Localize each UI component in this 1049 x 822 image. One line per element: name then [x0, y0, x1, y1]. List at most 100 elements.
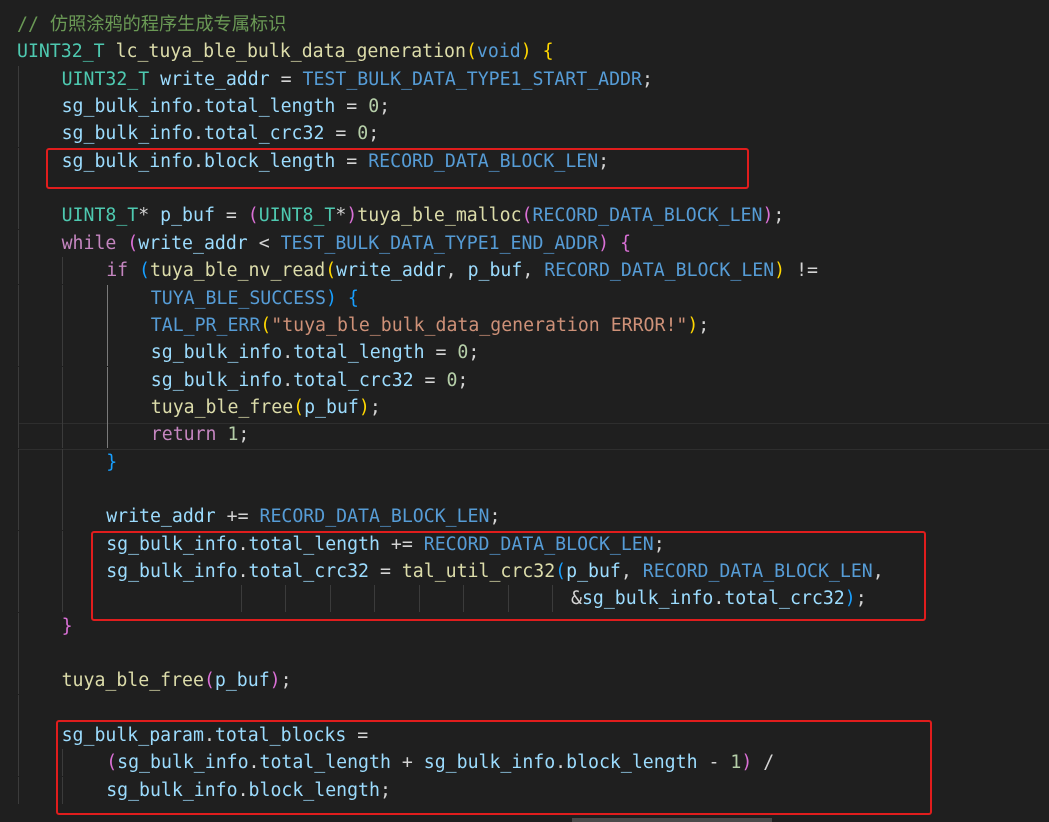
code-token: sg_bulk_info: [150, 342, 283, 364]
code-token: ): [358, 396, 370, 418]
code-token: .: [193, 96, 204, 118]
highlight-box-block-length: [46, 148, 749, 189]
code-line[interactable]: [0, 475, 1049, 503]
code-line[interactable]: UINT32_T lc_tuya_ble_bulk_data_generatio…: [0, 38, 1049, 65]
code-token: UINT8_T: [61, 205, 139, 227]
code-text: return 1;: [151, 421, 250, 448]
code-token: p_buf: [214, 670, 270, 692]
code-text: }: [62, 613, 73, 640]
code-token: p_buf: [467, 260, 523, 282]
code-line[interactable]: sg_bulk_info.total_crc32 = 0;: [0, 120, 1049, 148]
code-token: "tuya_ble_bulk_data_generation ERROR!": [271, 314, 688, 336]
indent-guide: [18, 284, 19, 312]
indent-guide: [18, 65, 19, 93]
code-token: ;: [368, 123, 380, 145]
horizontal-scrollbar[interactable]: [572, 818, 772, 822]
code-line[interactable]: return 1;: [0, 421, 1049, 449]
indent-guide: [62, 366, 63, 394]
code-line[interactable]: [0, 694, 1049, 722]
code-text: UINT32_T write_addr = TEST_BULK_DATA_TYP…: [62, 66, 653, 93]
code-token: if: [106, 260, 129, 282]
code-token: 1: [227, 424, 239, 446]
code-text: }: [106, 449, 117, 476]
code-token: *: [138, 205, 161, 227]
code-text: UINT8_T* p_buf = (UINT8_T*)tuya_ble_mall…: [62, 202, 785, 229]
indent-guide: [18, 421, 19, 449]
code-line[interactable]: while (write_addr < TEST_BULK_DATA_TYPE1…: [0, 229, 1049, 257]
indent-guide: [18, 503, 19, 531]
indent-guide: [18, 202, 19, 230]
code-token: !=: [785, 260, 829, 282]
indent-guide: [18, 667, 19, 695]
code-line[interactable]: sg_bulk_info.total_length = 0;: [0, 93, 1049, 121]
code-token: ;: [468, 342, 480, 364]
indent-guide: [18, 257, 19, 285]
indent-guide: [107, 421, 108, 449]
indent-guide: [62, 475, 63, 503]
code-token: {: [620, 232, 632, 254]
indent-guide: [107, 393, 108, 421]
code-line[interactable]: tuya_ble_free(p_buf);: [0, 667, 1049, 695]
indent-guide: [18, 366, 19, 394]
code-token: sg_bulk_info: [61, 123, 193, 145]
code-text: // 仿照涂鸦的程序生成专属标识: [17, 11, 286, 38]
code-token: (: [465, 41, 477, 63]
code-token: ): [269, 670, 281, 692]
code-text: TUYA_BLE_SUCCESS) {: [151, 285, 359, 312]
indent-guide: [62, 503, 63, 531]
indent-guide: [18, 147, 19, 175]
code-token: ;: [280, 670, 292, 692]
indent-guide: [18, 612, 19, 640]
code-token: (: [260, 314, 272, 336]
indent-guide: [18, 448, 19, 476]
code-token: ;: [379, 96, 391, 118]
code-line[interactable]: UINT32_T write_addr = TEST_BULK_DATA_TYP…: [0, 65, 1049, 93]
code-token: .: [193, 123, 204, 145]
code-line[interactable]: sg_bulk_info.total_length = 0;: [0, 339, 1049, 367]
code-token: total_length: [203, 96, 336, 118]
indent-guide: [62, 585, 63, 613]
code-token: }: [106, 451, 118, 473]
indent-guide: [18, 585, 19, 613]
code-editor[interactable]: // 仿照涂鸦的程序生成专属标识 UINT32_T lc_tuya_ble_bul…: [0, 0, 1049, 822]
code-line[interactable]: TUYA_BLE_SUCCESS) {: [0, 284, 1049, 312]
code-line[interactable]: }: [0, 448, 1049, 476]
code-token: write_addr: [106, 506, 216, 528]
code-token: total_crc32: [203, 123, 325, 145]
code-token: TUYA_BLE_SUCCESS: [150, 287, 326, 309]
code-token: {: [542, 41, 554, 63]
code-token: sg_bulk_info: [61, 96, 193, 118]
code-token: write_addr: [336, 260, 446, 282]
highlight-box-total-blocks: [56, 720, 932, 815]
code-token: void: [476, 41, 521, 63]
code-text: UINT32_T lc_tuya_ble_bulk_data_generatio…: [17, 38, 554, 65]
code-token: ,: [445, 260, 468, 282]
code-token: // 仿照涂鸦的程序生成专属标识: [17, 14, 287, 35]
code-line[interactable]: write_addr += RECORD_DATA_BLOCK_LEN;: [0, 503, 1049, 531]
code-token: UINT32_T: [17, 41, 105, 63]
indent-guide: [18, 475, 19, 503]
code-line[interactable]: tuya_ble_free(p_buf);: [0, 393, 1049, 421]
code-line[interactable]: TAL_PR_ERR("tuya_ble_bulk_data_generatio…: [0, 311, 1049, 339]
code-token: RECORD_DATA_BLOCK_LEN: [544, 260, 775, 282]
indent-guide: [18, 229, 19, 257]
code-line[interactable]: // 仿照涂鸦的程序生成专属标识: [0, 11, 1049, 38]
code-token: ): [346, 205, 358, 227]
code-token: ): [774, 260, 786, 282]
code-line[interactable]: UINT8_T* p_buf = (UINT8_T*)tuya_ble_mall…: [0, 202, 1049, 230]
code-line[interactable]: if (tuya_ble_nv_read(write_addr, p_buf, …: [0, 257, 1049, 285]
indent-guide: [62, 448, 63, 476]
code-token: 0: [457, 342, 469, 364]
code-token: =: [424, 342, 458, 364]
code-text: sg_bulk_info.total_crc32 = 0;: [151, 367, 469, 394]
indent-guide: [107, 311, 108, 339]
code-token: }: [61, 615, 73, 637]
code-token: =: [324, 123, 358, 145]
code-token: ): [687, 314, 699, 336]
code-line[interactable]: [0, 640, 1049, 668]
code-line[interactable]: sg_bulk_info.total_crc32 = 0;: [0, 366, 1049, 394]
indent-guide: [62, 311, 63, 339]
